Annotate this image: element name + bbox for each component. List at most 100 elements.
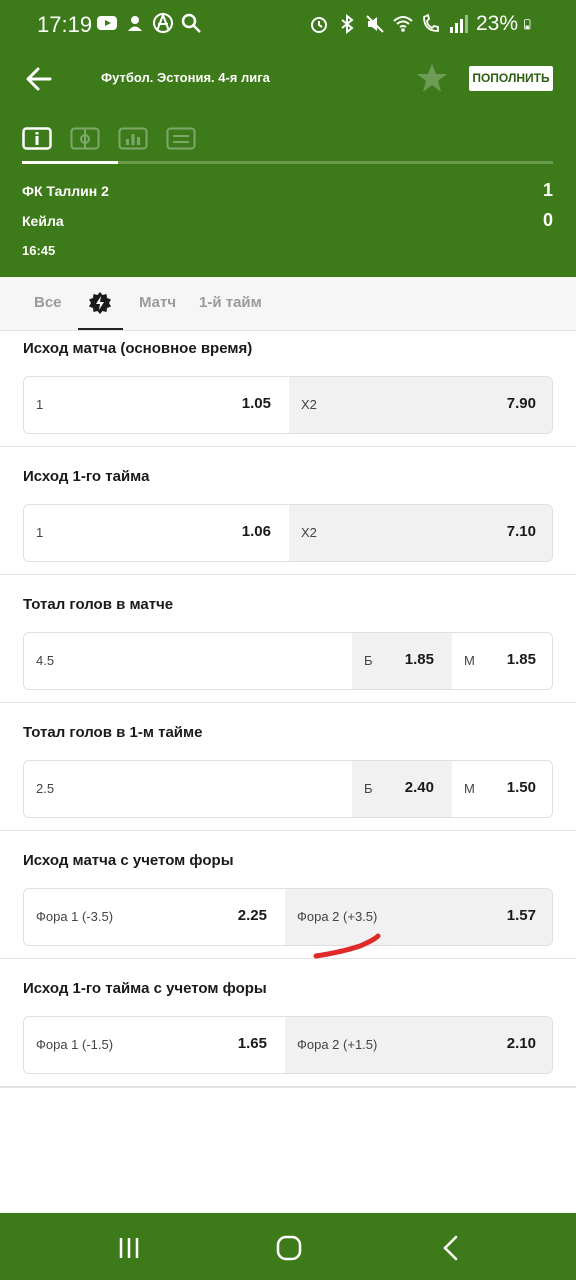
odds-label: Б	[364, 781, 373, 796]
market-title: Исход 1-го тайма с учетом форы	[23, 980, 267, 997]
odds-value: 1.85	[404, 651, 434, 668]
battery-icon	[524, 19, 531, 30]
team-row-away: Кейла 0	[22, 210, 553, 230]
odds-row: 4.5 Б 1.85 М 1.85	[23, 632, 553, 690]
tab-live-underline	[78, 328, 123, 330]
odds-label: Фора 1 (-3.5)	[36, 909, 114, 924]
market-title: Исход 1-го тайма	[23, 468, 150, 485]
wifi-call-icon	[423, 13, 439, 32]
status-bar: 17:19 23%	[0, 0, 576, 50]
scoreboard-icon[interactable]	[166, 127, 196, 151]
notification-icon	[128, 16, 142, 31]
market-title: Тотал голов в матче	[23, 596, 174, 613]
odds-value: 2.25	[237, 907, 267, 924]
odds-value: 1.05	[241, 395, 271, 412]
divider	[0, 1086, 576, 1088]
team-away-score: 0	[542, 210, 553, 230]
stats-icon[interactable]	[118, 127, 148, 151]
odds-label: Фора 1 (-1.5)	[36, 1037, 114, 1052]
match-header: 17:19 23% Футбол. Эстония. 4-я лига ПОПО…	[0, 0, 576, 277]
tab-live[interactable]	[78, 277, 123, 330]
odds-row: 2.5 Б 2.40 М 1.50	[23, 760, 553, 818]
odds-label: X2	[301, 525, 317, 540]
total-line: 4.5	[36, 653, 55, 668]
odds-label: М	[464, 653, 475, 668]
divider	[0, 574, 576, 575]
odds-cell[interactable]: Фора 1 (-3.5) 2.25	[24, 889, 285, 945]
tab-first-half[interactable]: 1-й тайм	[199, 294, 262, 311]
odds-cell[interactable]: 1 1.05	[24, 377, 289, 433]
view-tabs-indicator	[22, 161, 118, 164]
odds-cell-over[interactable]: Б 2.40	[352, 761, 452, 817]
team-home-name: ФК Таллин 2	[22, 183, 109, 199]
odds-cell-under[interactable]: М 1.85	[452, 633, 552, 689]
odds-row: Фора 1 (-1.5) 1.65 Фора 2 (+1.5) 2.10	[23, 1016, 553, 1074]
favorite-star-icon[interactable]	[416, 62, 448, 94]
search-icon	[181, 13, 201, 33]
info-icon[interactable]	[22, 127, 52, 151]
odds-value: 1.50	[506, 779, 536, 796]
odds-cell[interactable]: X2 7.10	[289, 505, 552, 561]
market-title: Тотал голов в 1-м тайме	[23, 724, 203, 741]
signal-icon	[449, 15, 468, 33]
odds-cell-over[interactable]: Б 1.85	[352, 633, 452, 689]
category-tabs: Все Матч 1-й тайм	[0, 277, 576, 331]
odds-cell[interactable]: X2 7.90	[289, 377, 552, 433]
home-icon[interactable]	[274, 1233, 304, 1263]
divider	[0, 958, 576, 959]
odds-value: 1.57	[506, 907, 536, 924]
odds-row: 1 1.05 X2 7.90	[23, 376, 553, 434]
bluetooth-icon	[341, 13, 354, 35]
odds-value: 1.06	[241, 523, 271, 540]
youtube-icon	[97, 16, 117, 30]
market-title: Исход матча (основное время)	[23, 340, 253, 357]
odds-label: 1	[36, 525, 44, 540]
wifi-icon	[393, 16, 413, 32]
field-icon[interactable]	[70, 127, 100, 151]
odds-value: 7.10	[506, 523, 536, 540]
back-icon[interactable]	[436, 1233, 466, 1263]
team-away-name: Кейла	[22, 213, 64, 229]
tab-match[interactable]: Матч	[139, 294, 176, 311]
odds-row: 1 1.06 X2 7.10	[23, 504, 553, 562]
tab-all[interactable]: Все	[34, 294, 62, 311]
status-time: 17:19	[37, 12, 93, 37]
annotation-stroke	[313, 933, 381, 959]
odds-line-cell: 4.5	[24, 633, 352, 689]
mute-icon	[366, 15, 384, 33]
odds-value: 2.10	[506, 1035, 536, 1052]
odds-label: Фора 2 (+3.5)	[297, 909, 378, 924]
divider	[0, 446, 576, 447]
total-line: 2.5	[36, 781, 55, 796]
lightning-icon	[89, 292, 111, 314]
match-time: 16:45	[22, 243, 56, 258]
divider	[0, 702, 576, 703]
odds-cell[interactable]: 1 1.06	[24, 505, 289, 561]
view-tabs	[22, 127, 553, 167]
anarchy-icon	[153, 12, 173, 33]
battery-percent: 23%	[475, 12, 518, 35]
odds-cell[interactable]: Фора 1 (-1.5) 1.65	[24, 1017, 285, 1073]
alarm-icon	[310, 17, 327, 33]
odds-label: Фора 2 (+1.5)	[297, 1037, 378, 1052]
odds-label: М	[464, 781, 475, 796]
odds-row: Фора 1 (-3.5) 2.25 Фора 2 (+3.5) 1.57	[23, 888, 553, 946]
team-row-home: ФК Таллин 2 1	[22, 180, 553, 200]
odds-cell[interactable]: Фора 2 (+1.5) 2.10	[285, 1017, 552, 1073]
team-home-score: 1	[542, 180, 553, 200]
odds-value: 7.90	[506, 395, 536, 412]
odds-label: 1	[36, 397, 44, 412]
odds-label: Б	[364, 653, 373, 668]
odds-line-cell: 2.5	[24, 761, 352, 817]
league-title: Футбол. Эстония. 4-я лига	[101, 70, 270, 85]
divider	[0, 830, 576, 831]
odds-value: 2.40	[404, 779, 434, 796]
back-arrow-icon[interactable]	[24, 64, 56, 94]
odds-cell-under[interactable]: М 1.50	[452, 761, 552, 817]
recents-icon[interactable]	[114, 1233, 144, 1263]
odds-value: 1.65	[237, 1035, 267, 1052]
odds-value: 1.85	[506, 651, 536, 668]
top-up-button[interactable]: ПОПОЛНИТЬ	[469, 66, 553, 91]
android-nav-bar	[0, 1213, 576, 1280]
market-title: Исход матча с учетом форы	[23, 852, 234, 869]
